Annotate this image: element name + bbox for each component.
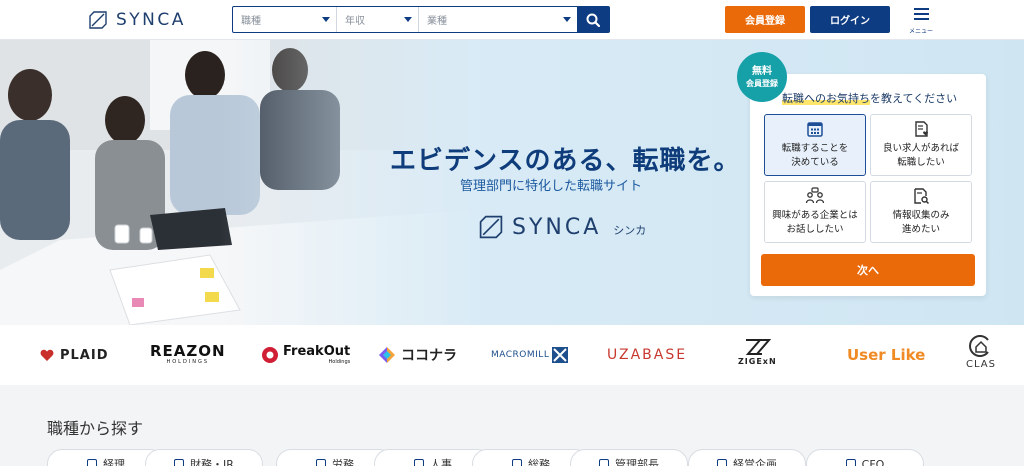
badge-line1: 無料 <box>752 65 772 77</box>
category-icon <box>717 459 727 466</box>
job-type-select[interactable]: 職種 <box>233 7 337 32</box>
option-info-only[interactable]: 情報収集のみ 進めたい <box>870 181 972 243</box>
category-icon <box>845 459 856 466</box>
chip-label: 経営企画 <box>733 458 777 466</box>
logo-clas-text: CLAS <box>966 359 996 370</box>
company-logo-strip: PLAID REAZON HOLDINGS FreakOut Holdings … <box>0 325 1024 385</box>
chip-corporate-planning[interactable]: 経営企画 <box>688 449 806 466</box>
logo-coconala[interactable]: ココナラ <box>377 342 457 368</box>
option-decided[interactable]: 転職することを 決めている <box>764 114 866 176</box>
coconala-mark-icon <box>379 347 395 363</box>
logo-userlike[interactable]: User Like <box>847 342 925 368</box>
logo-freakout-wordmark: FreakOut Holdings <box>283 344 351 366</box>
option-label: 良い求人があれば 転職したい <box>882 143 959 168</box>
income-placeholder: 年収 <box>345 16 365 27</box>
hero-logo-text: SYNCA <box>512 214 602 240</box>
clas-house-icon <box>969 335 989 357</box>
logo-freakout-text: FreakOut <box>283 344 351 359</box>
chip-cfo[interactable]: CFO <box>806 449 924 466</box>
chip-label: 管理部長 <box>615 458 659 466</box>
synca-logo-icon <box>479 215 503 239</box>
logo-zigexn-text: ZIGExN <box>738 357 777 366</box>
category-icon <box>87 459 97 466</box>
badge-line2: 会員登録 <box>746 78 778 88</box>
photo-fade-overlay <box>220 40 480 325</box>
next-button[interactable]: 次へ <box>761 254 975 286</box>
macromill-mark-icon <box>552 347 569 363</box>
industry-placeholder: 業種 <box>427 16 447 27</box>
logo-reazon-sub: HOLDINGS <box>166 359 210 365</box>
job-search-bar: 職種 年収 業種 <box>232 6 610 33</box>
job-category-title: 職種から探す <box>47 419 144 438</box>
chip-label: 人事 <box>430 458 452 466</box>
chip-admin-manager[interactable]: 管理部長 <box>570 449 688 466</box>
logo-freakout-sub: Holdings <box>328 359 351 365</box>
freakout-gear-icon <box>262 347 278 363</box>
category-icon <box>599 459 609 466</box>
option-label: 情報収集のみ 進めたい <box>892 210 950 235</box>
option-label: 興味がある企業とは お話ししたい <box>772 210 858 235</box>
logo-text: SYNCA <box>116 10 186 30</box>
job-type-placeholder: 職種 <box>241 16 261 27</box>
search-button[interactable] <box>577 7 609 32</box>
category-icon <box>316 459 326 466</box>
logo-freakout[interactable]: FreakOut Holdings <box>260 342 350 368</box>
logo-plaid[interactable]: PLAID <box>40 342 109 368</box>
category-icon <box>512 459 522 466</box>
document-heart-icon <box>915 121 928 137</box>
hamburger-icon <box>913 8 929 23</box>
plaid-heart-icon <box>40 349 54 361</box>
hero-logo: SYNCA シンカ <box>478 214 646 240</box>
logo-uzabase-text: UZABASE <box>607 347 688 363</box>
option-if-good-job[interactable]: 良い求人があれば 転職したい <box>870 114 972 176</box>
logo-reazon[interactable]: REAZON HOLDINGS <box>150 343 226 373</box>
site-logo[interactable]: SYNCA <box>88 8 186 32</box>
menu-label: メニュー <box>908 28 933 35</box>
question-rest: を教えてください <box>870 92 958 105</box>
chip-label: 経理 <box>103 458 125 466</box>
intent-question: 転職へのお気持ちを教えてください <box>782 90 957 106</box>
chip-label: 総務 <box>528 458 550 466</box>
hero-subtitle: 管理部門に特化した転職サイト <box>460 179 643 194</box>
category-icon <box>174 459 185 466</box>
logo-zigexn[interactable]: ZIGExN <box>738 337 777 373</box>
category-icon <box>414 459 424 466</box>
chip-label: 財務・IR <box>190 458 234 466</box>
logo-macromill[interactable]: MACROMILL <box>491 342 569 368</box>
login-button[interactable]: ログイン <box>810 6 890 33</box>
calendar-icon <box>807 122 823 137</box>
menu-button[interactable]: メニュー <box>904 6 938 36</box>
site-header: SYNCA 職種 年収 業種 会員登録 ログイン メニュー <box>0 0 1024 40</box>
free-register-badge: 無料 会員登録 <box>737 52 787 102</box>
document-search-icon <box>914 188 930 205</box>
search-icon <box>586 13 600 27</box>
caret-down-icon <box>404 17 412 22</box>
logo-coconala-text: ココナラ <box>401 348 457 364</box>
register-button[interactable]: 会員登録 <box>725 6 805 33</box>
hero-section: エビデンスのある、転職を。 管理部門に特化した転職サイト SYNCA シンカ 無… <box>0 40 1024 325</box>
logo-uzabase[interactable]: UZABASE <box>607 342 687 368</box>
job-category-section: 職種から探す 経理 財務・IR 労務 人事 総務 管理部長 経営企画 CFO <box>0 385 1024 466</box>
caret-down-icon <box>322 17 330 22</box>
hero-logo-kana: シンカ <box>613 224 647 237</box>
intent-form-card: 転職へのお気持ちを教えてください 転職することを 決めている 良い求人があれば … <box>750 74 986 296</box>
question-highlight: 転職へのお気持ち <box>782 92 870 105</box>
people-talk-icon <box>805 187 825 204</box>
chip-label: 労務 <box>332 458 354 466</box>
logo-reazon-text: REAZON <box>150 342 226 360</box>
zigexn-mark-icon <box>746 339 772 355</box>
hero-title: エビデンスのある、転職を。 <box>390 146 741 176</box>
income-select[interactable]: 年収 <box>337 7 419 32</box>
logo-clas[interactable]: CLAS <box>966 333 996 377</box>
synca-logo-icon <box>89 11 107 29</box>
chip-label: CFO <box>861 457 885 466</box>
caret-down-icon <box>563 17 571 22</box>
logo-macromill-text: MACROMILL <box>491 350 550 360</box>
option-want-to-talk[interactable]: 興味がある企業とは お話ししたい <box>764 181 866 243</box>
option-label: 転職することを 決めている <box>781 143 849 168</box>
industry-select[interactable]: 業種 <box>419 7 577 32</box>
chip-finance[interactable]: 財務・IR <box>145 449 263 466</box>
logo-userlike-text: User Like <box>847 346 926 364</box>
logo-plaid-text: PLAID <box>60 347 109 363</box>
